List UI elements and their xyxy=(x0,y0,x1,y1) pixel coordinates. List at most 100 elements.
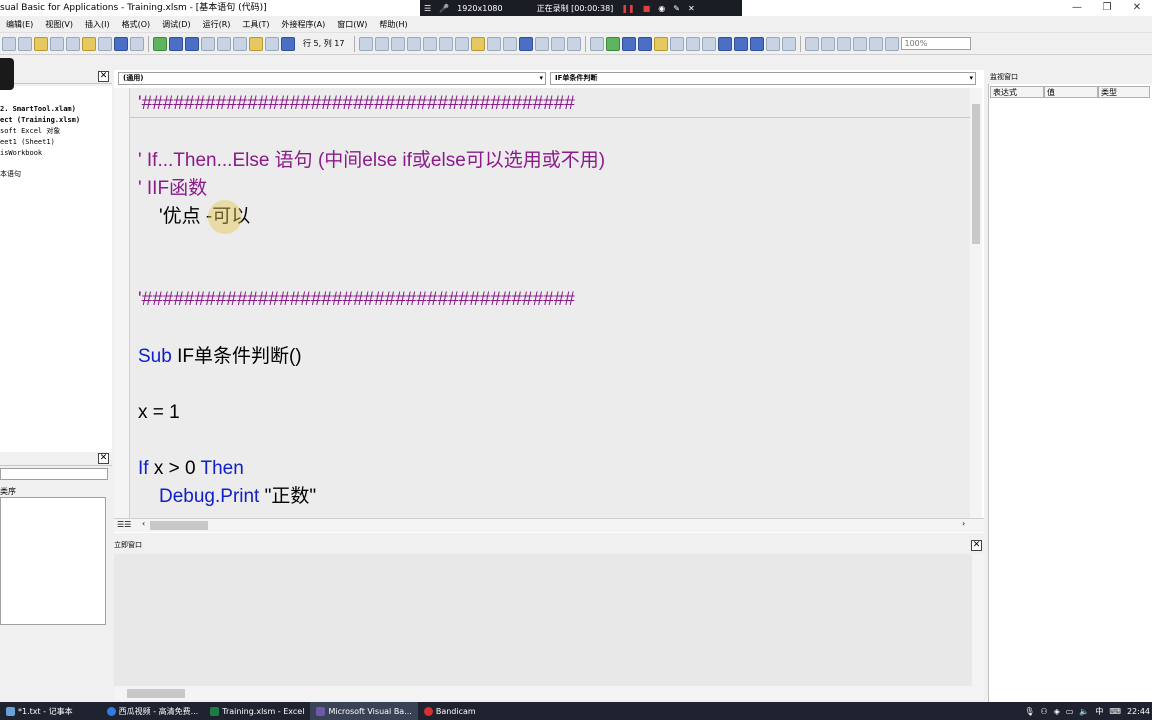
menu-format[interactable]: 格式(O) xyxy=(116,19,157,30)
toggle-breakpoint-icon[interactable] xyxy=(654,36,669,51)
insert-icon[interactable] xyxy=(18,36,32,51)
close-button[interactable]: ✕ xyxy=(1122,0,1152,16)
properties-grid[interactable] xyxy=(0,497,106,625)
watch-window[interactable] xyxy=(988,70,1152,702)
design-mode-icon[interactable] xyxy=(201,36,215,51)
edit-tool-icon[interactable] xyxy=(391,36,406,51)
edit-tool-icon[interactable] xyxy=(359,36,374,51)
minimize-button[interactable]: — xyxy=(1062,0,1092,16)
bookmark-icon[interactable] xyxy=(519,36,534,51)
menu-icon[interactable]: ☰ xyxy=(424,4,431,13)
edit-tool-icon[interactable] xyxy=(407,36,422,51)
breakpoint-icon[interactable] xyxy=(471,36,486,51)
comment-block-icon[interactable] xyxy=(487,36,502,51)
task-browser[interactable]: 西瓜视频 - 高清免费... xyxy=(101,702,205,720)
watch-column-type[interactable]: 类型 xyxy=(1098,86,1150,98)
save-icon[interactable] xyxy=(34,36,48,51)
reset-icon[interactable] xyxy=(638,36,653,51)
step-out-icon[interactable] xyxy=(702,36,717,51)
bookmark-clear-icon[interactable] xyxy=(567,36,582,51)
tree-item[interactable]: 2. SmartTool.xlam) xyxy=(0,104,112,115)
task-notepad[interactable]: *1.txt - 记事本 xyxy=(0,702,79,720)
undo-icon[interactable] xyxy=(114,36,128,51)
view-toggle-icon[interactable]: ☰☰ xyxy=(117,520,131,529)
immediate-vertical-scrollbar[interactable] xyxy=(972,554,984,686)
design-icon[interactable] xyxy=(590,36,605,51)
menu-run[interactable]: 运行(R) xyxy=(197,19,237,30)
align-icon[interactable] xyxy=(805,36,820,51)
break-icon[interactable] xyxy=(169,36,183,51)
find-icon[interactable] xyxy=(98,36,112,51)
zoom-combo[interactable]: 100% xyxy=(901,37,972,50)
locals-icon[interactable] xyxy=(718,36,733,51)
procedure-combo[interactable]: IF单条件判断 ▾ xyxy=(550,72,976,85)
size-icon[interactable] xyxy=(869,36,884,51)
run-icon[interactable] xyxy=(606,36,621,51)
scroll-thumb[interactable] xyxy=(127,689,185,698)
menu-tools[interactable]: 工具(T) xyxy=(236,19,275,30)
task-excel[interactable]: Training.xlsm - Excel xyxy=(204,702,310,720)
immediate-horizontal-scrollbar[interactable] xyxy=(114,686,984,700)
step-over-icon[interactable] xyxy=(686,36,701,51)
toolbox-icon[interactable] xyxy=(265,36,279,51)
code-horizontal-scrollbar[interactable] xyxy=(114,518,984,532)
run-icon[interactable] xyxy=(153,36,167,51)
bookmark-next-icon[interactable] xyxy=(535,36,550,51)
break-icon[interactable] xyxy=(622,36,637,51)
bookmark-prev-icon[interactable] xyxy=(551,36,566,51)
close-icon[interactable]: ✕ xyxy=(688,4,695,13)
tree-item[interactable]: 本语句 xyxy=(0,169,112,180)
scroll-thumb[interactable] xyxy=(150,521,208,530)
excel-icon[interactable] xyxy=(2,36,16,51)
display-icon[interactable]: ▭ xyxy=(1066,707,1074,716)
properties-tab[interactable]: 类序 xyxy=(0,486,16,497)
stop-icon[interactable]: ■ xyxy=(643,4,651,13)
pause-icon[interactable]: ❚❚ xyxy=(621,4,634,13)
code-editor[interactable]: '#######################################… xyxy=(130,88,970,518)
indent-icon[interactable] xyxy=(439,36,454,51)
scroll-thumb[interactable] xyxy=(972,104,980,244)
close-icon[interactable]: ✕ xyxy=(98,71,109,82)
tree-item[interactable]: ect (Training.xlsm) xyxy=(0,115,112,126)
step-into-icon[interactable] xyxy=(670,36,685,51)
group-icon[interactable] xyxy=(837,36,852,51)
menu-addins[interactable]: 外接程序(A) xyxy=(276,19,332,30)
clock[interactable]: 22:44 xyxy=(1127,707,1150,716)
ime-icon[interactable]: ⌨ xyxy=(1109,707,1121,716)
tree-item[interactable]: isWorkbook xyxy=(0,148,112,159)
redo-icon[interactable] xyxy=(130,36,144,51)
call-stack-icon[interactable] xyxy=(782,36,797,51)
immediate-icon[interactable] xyxy=(734,36,749,51)
copy-icon[interactable] xyxy=(66,36,80,51)
task-vba[interactable]: Microsoft Visual Ba... xyxy=(310,702,418,720)
input-language[interactable]: 中 xyxy=(1095,706,1103,717)
maximize-button[interactable]: ❐ xyxy=(1092,0,1122,16)
chevron-right-icon[interactable]: › xyxy=(962,519,965,528)
uncomment-block-icon[interactable] xyxy=(503,36,518,51)
properties-icon[interactable] xyxy=(233,36,247,51)
outdent-icon[interactable] xyxy=(455,36,470,51)
tree-item[interactable]: eet1 (Sheet1) xyxy=(0,137,112,148)
paste-icon[interactable] xyxy=(82,36,96,51)
close-icon[interactable]: ✕ xyxy=(971,540,982,551)
security-icon[interactable]: ◈ xyxy=(1054,707,1060,716)
pen-icon[interactable]: ✎ xyxy=(673,4,680,13)
properties-object-select[interactable] xyxy=(0,468,108,480)
object-browser-icon[interactable] xyxy=(249,36,263,51)
edit-tool-icon[interactable] xyxy=(423,36,438,51)
edit-tool-icon[interactable] xyxy=(375,36,390,51)
menu-view[interactable]: 视图(V) xyxy=(39,19,79,30)
network-icon[interactable]: ⚇ xyxy=(1041,707,1048,716)
quick-watch-icon[interactable] xyxy=(766,36,781,51)
align-icon[interactable] xyxy=(821,36,836,51)
menu-edit[interactable]: 编辑(E) xyxy=(0,19,39,30)
camera-icon[interactable]: ◉ xyxy=(658,4,665,13)
menu-debug[interactable]: 调试(D) xyxy=(156,19,196,30)
project-tree[interactable]: 2. SmartTool.xlam) ect (Training.xlsm) s… xyxy=(0,86,112,452)
watch-icon[interactable] xyxy=(750,36,765,51)
watch-column-expression[interactable]: 表达式 xyxy=(990,86,1044,98)
code-margin[interactable] xyxy=(114,88,130,518)
object-combo[interactable]: (通用) ▾ xyxy=(118,72,546,85)
menu-help[interactable]: 帮助(H) xyxy=(373,19,413,30)
project-explorer-icon[interactable] xyxy=(217,36,231,51)
